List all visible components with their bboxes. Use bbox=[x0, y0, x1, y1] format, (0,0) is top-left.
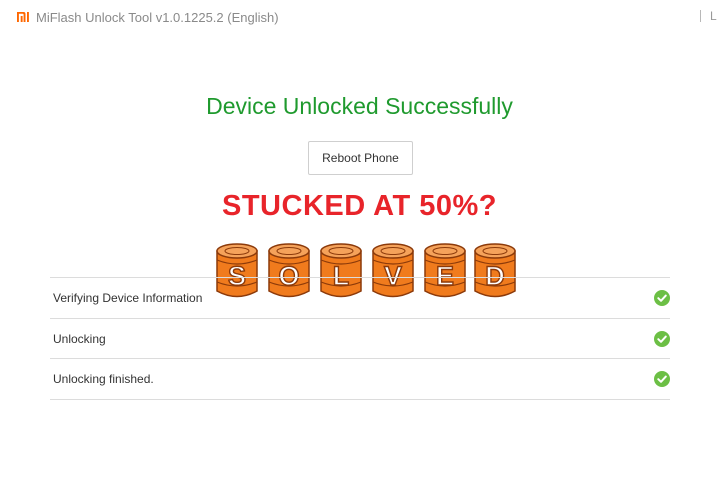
overlay-headline: STUCKED AT 50%? bbox=[222, 190, 497, 222]
check-circle-icon bbox=[654, 290, 670, 306]
unlock-steps-list: Verifying Device Information Unlocking U… bbox=[50, 277, 670, 400]
reboot-phone-button[interactable]: Reboot Phone bbox=[308, 141, 413, 175]
list-item: Unlocking bbox=[50, 319, 670, 359]
step-label: Verifying Device Information bbox=[53, 291, 203, 305]
list-item: Unlocking finished. bbox=[50, 359, 670, 400]
check-circle-icon bbox=[654, 330, 670, 347]
title-bar-clipped-link[interactable]: L bbox=[710, 9, 717, 23]
title-divider bbox=[700, 10, 701, 22]
list-item: Verifying Device Information bbox=[50, 278, 670, 319]
title-bar: MiFlash Unlock Tool v1.0.1225.2 (English… bbox=[0, 0, 719, 36]
mi-logo-icon bbox=[17, 12, 29, 22]
window-title: MiFlash Unlock Tool v1.0.1225.2 (English… bbox=[36, 10, 279, 25]
unlock-status-title: Device Unlocked Successfully bbox=[206, 93, 513, 119]
step-label: Unlocking finished. bbox=[53, 372, 154, 386]
step-label: Unlocking bbox=[53, 331, 106, 346]
check-circle-icon bbox=[654, 371, 670, 387]
